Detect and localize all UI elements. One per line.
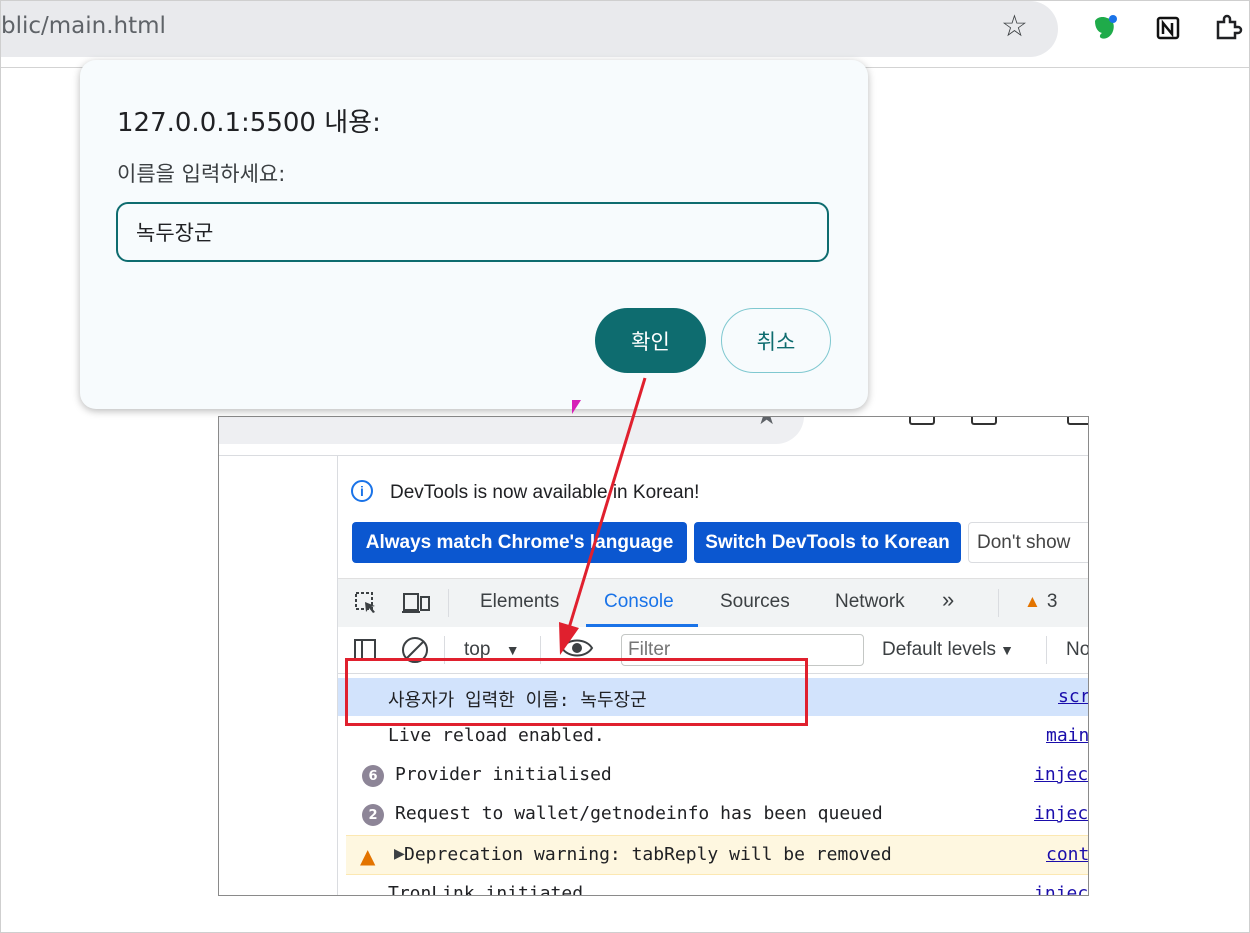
console-warning-row[interactable]: ▲ ▶ Deprecation warning: tabReply will b… bbox=[346, 835, 1088, 875]
warning-icon: ▲ bbox=[1024, 592, 1041, 611]
log-source-link[interactable]: injec bbox=[1034, 883, 1088, 895]
log-source-link[interactable]: cont bbox=[1046, 844, 1088, 865]
match-language-button[interactable]: Always match Chrome's language bbox=[352, 522, 687, 563]
extension-icon bbox=[1067, 417, 1088, 425]
dont-show-button[interactable]: Don't show bbox=[968, 522, 1088, 563]
tab-sources[interactable]: Sources bbox=[720, 591, 790, 613]
warnings-count: 3 bbox=[1046, 591, 1058, 612]
repeat-count-badge: 2 bbox=[362, 804, 384, 826]
warnings-badge[interactable]: ▲ 3 bbox=[1024, 591, 1057, 613]
log-levels-dropdown[interactable]: Default levels ▼ bbox=[882, 639, 1014, 661]
warning-icon: ▲ bbox=[360, 844, 376, 868]
more-tabs-icon[interactable]: » bbox=[942, 587, 954, 613]
bookmark-star-icon: ★ bbox=[755, 416, 779, 431]
log-message: Provider initialised bbox=[395, 764, 612, 785]
console-log-row[interactable]: 6 Provider initialised injec bbox=[338, 756, 1088, 794]
log-levels-label: Default levels bbox=[882, 639, 997, 660]
dialog-message: 이름을 입력하세요: bbox=[117, 162, 286, 186]
device-toolbar-icon[interactable] bbox=[402, 591, 432, 621]
console-log-row[interactable]: 2 Request to wallet/getnodeinfo has been… bbox=[338, 795, 1088, 833]
evernote-icon[interactable] bbox=[1087, 11, 1121, 45]
extension-icon bbox=[971, 417, 997, 425]
log-source-link[interactable]: main bbox=[1046, 725, 1088, 746]
name-input[interactable] bbox=[116, 202, 829, 262]
devtools-screenshot: ★ i DevTools is now available in Korean!… bbox=[218, 416, 1089, 896]
context-selector-label: top bbox=[464, 639, 491, 660]
info-icon: i bbox=[351, 480, 373, 502]
address-bar[interactable]: blic/main.html ☆ bbox=[1, 1, 1058, 57]
log-source-link[interactable]: scr bbox=[1058, 686, 1088, 707]
dialog-title: 127.0.0.1:5500 내용: bbox=[117, 108, 381, 138]
devtools-tabbar: Elements Console Sources Network » ▲ 3 bbox=[338, 578, 1088, 628]
tab-console[interactable]: Console bbox=[604, 591, 674, 613]
prompt-dialog: 127.0.0.1:5500 내용: 이름을 입력하세요: 확인 취소 bbox=[80, 60, 868, 409]
cancel-button[interactable]: 취소 bbox=[721, 308, 831, 373]
log-source-link[interactable]: injec bbox=[1034, 803, 1088, 824]
switch-korean-button[interactable]: Switch DevTools to Korean bbox=[694, 522, 961, 563]
log-message: TronLink initiated bbox=[388, 883, 584, 896]
notion-icon[interactable] bbox=[1151, 11, 1185, 45]
address-bar-url[interactable]: blic/main.html bbox=[1, 13, 166, 39]
chevron-down-icon: ▼ bbox=[505, 642, 520, 658]
address-bar bbox=[219, 417, 804, 444]
inspect-element-icon[interactable] bbox=[354, 591, 378, 621]
toolbar-separator bbox=[1046, 636, 1047, 664]
log-message: Request to wallet/getnodeinfo has been q… bbox=[395, 803, 883, 824]
mouse-cursor-icon bbox=[572, 400, 581, 414]
language-info-text: DevTools is now available in Korean! bbox=[390, 482, 700, 503]
extension-icon bbox=[909, 417, 935, 425]
repeat-count-badge: 6 bbox=[362, 765, 384, 787]
bookmark-star-icon[interactable]: ☆ bbox=[1001, 9, 1028, 44]
log-message: Live reload enabled. bbox=[388, 725, 605, 746]
toolbar-separator bbox=[448, 589, 449, 617]
log-source-link[interactable]: injec bbox=[1034, 764, 1088, 785]
tab-network[interactable]: Network bbox=[835, 591, 905, 613]
log-message: Deprecation warning: tabReply will be re… bbox=[404, 844, 892, 865]
toolbar-separator bbox=[998, 589, 999, 617]
chevron-down-icon: ▼ bbox=[1000, 642, 1014, 658]
browser-toolbar: blic/main.html ☆ bbox=[1, 1, 1249, 68]
extensions-icon[interactable] bbox=[1211, 11, 1245, 45]
ok-button[interactable]: 확인 bbox=[595, 308, 706, 373]
issues-label[interactable]: No bbox=[1066, 639, 1088, 661]
tab-elements[interactable]: Elements bbox=[480, 591, 559, 613]
highlight-box bbox=[345, 658, 808, 726]
console-log-row[interactable]: TronLink initiated injec bbox=[338, 875, 1088, 896]
